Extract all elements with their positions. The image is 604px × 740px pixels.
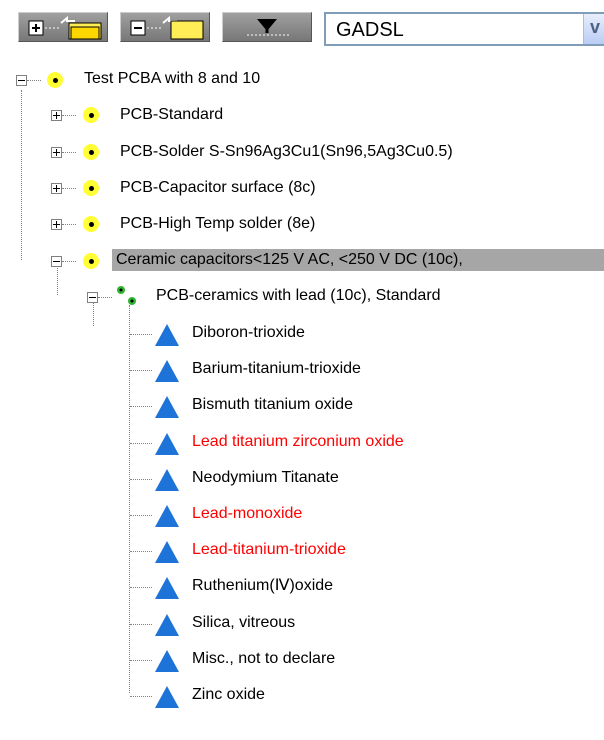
tree-line <box>21 90 22 260</box>
chevron-down-icon: v <box>590 17 601 37</box>
node-icon <box>83 144 99 160</box>
substance-triangle-icon <box>155 433 179 455</box>
node-icon <box>83 107 99 123</box>
substance-triangle-icon <box>155 360 179 382</box>
tree-root-label[interactable]: Test PCBA with 8 and 10 <box>84 68 260 90</box>
tree-line <box>62 224 76 225</box>
substance-label[interactable]: Zinc oxide <box>192 684 265 706</box>
tree-node-label[interactable]: PCB-High Temp solder (8e) <box>120 213 315 235</box>
substance-triangle-icon <box>155 324 179 346</box>
combo-value: GADSL <box>336 19 404 41</box>
substance-triangle-icon <box>155 650 179 672</box>
tree-line <box>62 261 76 262</box>
substance-label[interactable]: Neodymium Titanate <box>192 467 339 489</box>
expand-all-folder-icon <box>28 15 102 40</box>
expand-all-button[interactable] <box>18 12 108 42</box>
substance-triangle-icon <box>155 469 179 491</box>
substance-label[interactable]: Lead titanium zirconium oxide <box>192 431 404 453</box>
collapse-toggle[interactable] <box>16 75 27 86</box>
expand-toggle[interactable] <box>51 147 62 158</box>
substance-triangle-icon <box>155 614 179 636</box>
tree-line <box>130 443 152 444</box>
substance-triangle-icon <box>155 686 179 708</box>
tree-line <box>62 152 76 153</box>
substance-triangle-icon <box>155 541 179 563</box>
node-icon <box>83 253 99 269</box>
tree-line <box>130 515 152 516</box>
expand-toggle[interactable] <box>51 183 62 194</box>
group-node-icon <box>117 286 136 305</box>
node-icon <box>47 72 63 88</box>
substance-label[interactable]: Bismuth titanium oxide <box>192 394 353 416</box>
tree-line <box>27 80 41 81</box>
tree-line <box>130 696 152 697</box>
tree-line <box>130 660 152 661</box>
tree-line <box>129 305 130 693</box>
node-icon <box>83 180 99 196</box>
filter-button[interactable] <box>222 12 312 42</box>
tree-line <box>93 302 94 326</box>
collapse-all-button[interactable] <box>120 12 210 42</box>
tree-line <box>130 551 152 552</box>
substance-triangle-icon <box>155 396 179 418</box>
collapse-toggle[interactable] <box>87 292 98 303</box>
tree-line <box>62 188 76 189</box>
tree-subnode-label[interactable]: PCB-ceramics with lead (10c), Standard <box>156 285 441 307</box>
tree-line <box>130 334 152 335</box>
collapse-all-folder-icon <box>130 15 204 40</box>
filter-down-arrow-icon <box>247 19 289 36</box>
collapse-toggle[interactable] <box>51 256 62 267</box>
substance-label[interactable]: Lead-titanium-trioxide <box>192 539 346 561</box>
substance-label[interactable]: Lead-monoxide <box>192 503 302 525</box>
tree-node-label-selected[interactable]: Ceramic capacitors<125 V AC, <250 V DC (… <box>112 249 604 271</box>
node-icon <box>83 216 99 232</box>
substance-label[interactable]: Ruthenium(Ⅳ)oxide <box>192 575 333 597</box>
tree-line <box>98 297 112 298</box>
tree-line <box>62 115 76 116</box>
expand-toggle[interactable] <box>51 110 62 121</box>
tree-line <box>130 479 152 480</box>
substance-label[interactable]: Silica, vitreous <box>192 612 295 634</box>
substance-triangle-icon <box>155 505 179 527</box>
tree-line <box>130 624 152 625</box>
tree-node-label[interactable]: PCB-Capacitor surface (8c) <box>120 177 316 199</box>
tree-node-label[interactable]: PCB-Solder S-Sn96Ag3Cu1(Sn96,5Ag3Cu0.5) <box>120 141 453 163</box>
combo-dropdown-button[interactable]: v <box>583 14 604 44</box>
tree-line <box>57 265 58 295</box>
list-selector-combo[interactable]: GADSL v <box>324 12 604 46</box>
tree-line <box>130 406 152 407</box>
substance-label[interactable]: Diboron-trioxide <box>192 322 305 344</box>
substance-label[interactable]: Misc., not to declare <box>192 648 335 670</box>
tree-node-label[interactable]: PCB-Standard <box>120 104 223 126</box>
tree-line <box>130 370 152 371</box>
substance-triangle-icon <box>155 577 179 599</box>
tree-line <box>130 587 152 588</box>
substance-label[interactable]: Barium-titanium-trioxide <box>192 358 361 380</box>
expand-toggle[interactable] <box>51 219 62 230</box>
